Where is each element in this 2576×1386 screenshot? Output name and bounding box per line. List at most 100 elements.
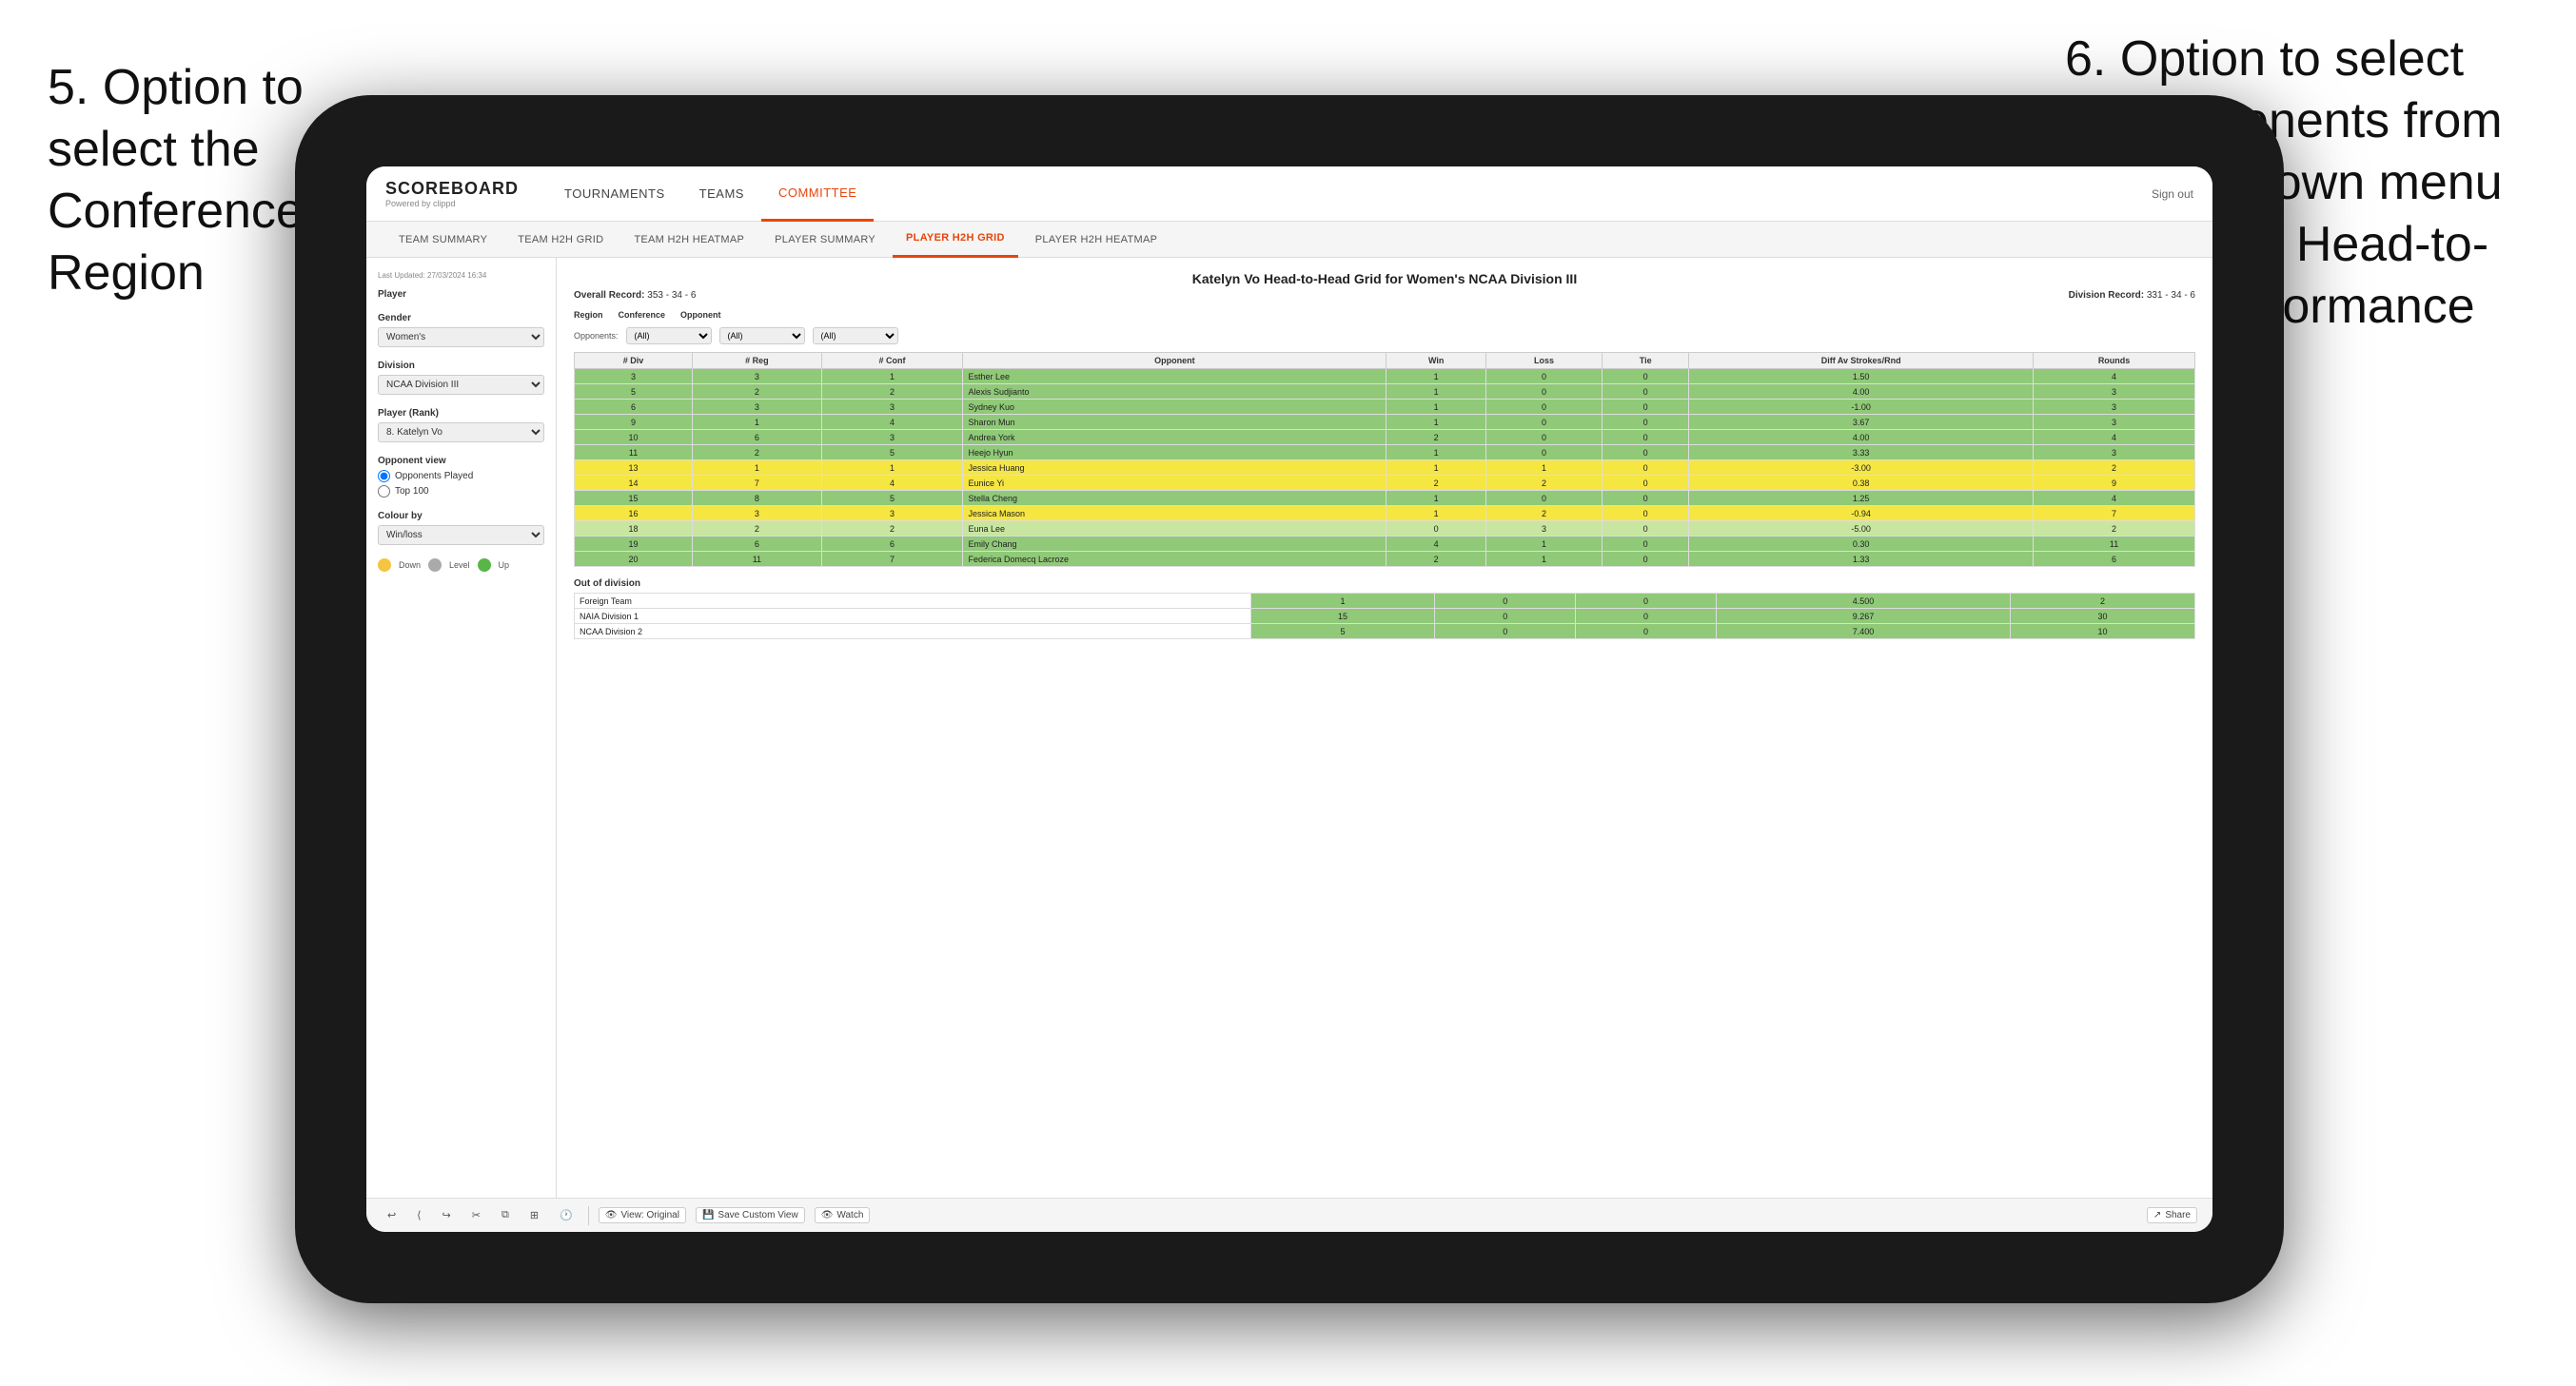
- sub-nav-team-h2h-grid[interactable]: TEAM H2H GRID: [504, 222, 617, 258]
- table-row: 20117Federica Domecq Lacroze2101.336: [575, 552, 2195, 567]
- td-opponent: Sydney Kuo: [963, 400, 1386, 415]
- nav-item-tournaments[interactable]: TOURNAMENTS: [547, 166, 682, 222]
- watch-btn[interactable]: 👁 Watch: [815, 1207, 871, 1223]
- td-opponent: Esther Lee: [963, 369, 1386, 384]
- td-cell: 1: [1386, 384, 1486, 400]
- td-cell: 4: [821, 415, 963, 430]
- td-cell: 3: [821, 400, 963, 415]
- nav-item-committee[interactable]: COMMITTEE: [761, 166, 875, 222]
- td-cell: 0: [1603, 537, 1689, 552]
- sub-nav-player-h2h-heatmap[interactable]: PLAYER H2H HEATMAP: [1022, 222, 1170, 258]
- ood-cell: 0: [1435, 624, 1576, 639]
- watch-label: Watch: [836, 1210, 863, 1220]
- td-cell: 0: [1485, 384, 1602, 400]
- td-cell: 3.33: [1689, 445, 2034, 460]
- sidebar-gender-section: Gender Women's: [378, 313, 544, 347]
- th-conf: # Conf: [821, 353, 963, 369]
- filter-region-group: Region: [574, 310, 603, 320]
- sidebar-player-section: Player: [378, 289, 544, 300]
- player-rank-select[interactable]: 8. Katelyn Vo: [378, 422, 544, 442]
- td-cell: 2: [2034, 521, 2195, 537]
- step-back-btn[interactable]: ⟨: [411, 1207, 426, 1223]
- radio-input-top100[interactable]: [378, 485, 390, 498]
- table-row: 1063Andrea York2004.004: [575, 430, 2195, 445]
- td-cell: 0: [1603, 521, 1689, 537]
- ood-name: NCAA Division 2: [575, 624, 1251, 639]
- td-cell: 0: [1485, 415, 1602, 430]
- cut-btn[interactable]: ✂: [466, 1207, 486, 1223]
- sub-nav-player-h2h-grid[interactable]: PLAYER H2H GRID: [893, 222, 1018, 258]
- td-cell: 3: [821, 430, 963, 445]
- td-cell: 0: [1603, 491, 1689, 506]
- ood-name: Foreign Team: [575, 594, 1251, 609]
- td-cell: 2: [1386, 476, 1486, 491]
- sign-out-link[interactable]: Sign out: [2152, 187, 2193, 201]
- legend-label-down: Down: [399, 560, 421, 570]
- ood-cell: 5: [1250, 624, 1435, 639]
- save-icon: 💾: [702, 1210, 714, 1220]
- region-filter-select[interactable]: (All): [626, 327, 712, 344]
- td-cell: 2: [1386, 552, 1486, 567]
- nav-item-teams[interactable]: TEAMS: [682, 166, 761, 222]
- td-cell: 13: [575, 460, 693, 476]
- save-custom-view-btn[interactable]: 💾 Save Custom View: [696, 1207, 805, 1223]
- td-cell: 4: [2034, 491, 2195, 506]
- table-row: 1966Emily Chang4100.3011: [575, 537, 2195, 552]
- sub-nav-player-summary[interactable]: PLAYER SUMMARY: [761, 222, 889, 258]
- ood-cell: 0: [1576, 624, 1717, 639]
- td-cell: 3.67: [1689, 415, 2034, 430]
- td-cell: 3: [1485, 521, 1602, 537]
- nav-items: TOURNAMENTS TEAMS COMMITTEE: [547, 166, 2152, 222]
- ood-cell: 0: [1576, 594, 1717, 609]
- sub-nav-team-summary[interactable]: TEAM SUMMARY: [385, 222, 501, 258]
- division-select[interactable]: NCAA Division III: [378, 375, 544, 395]
- td-opponent: Andrea York: [963, 430, 1386, 445]
- grid-content: Katelyn Vo Head-to-Head Grid for Women's…: [557, 258, 2212, 1198]
- td-opponent: Emily Chang: [963, 537, 1386, 552]
- sidebar-player-rank-label: Player (Rank): [378, 408, 544, 419]
- paste-btn[interactable]: ⊞: [524, 1207, 544, 1223]
- td-opponent: Stella Cheng: [963, 491, 1386, 506]
- table-row: 1125Heejo Hyun1003.333: [575, 445, 2195, 460]
- share-btn[interactable]: ↗ Share: [2147, 1207, 2197, 1223]
- td-opponent: Eunice Yi: [963, 476, 1386, 491]
- ood-cell: 7.400: [1716, 624, 2010, 639]
- radio-input-opponents-played[interactable]: [378, 470, 390, 482]
- td-cell: 3: [693, 369, 822, 384]
- out-of-division-header: Out of division: [574, 578, 2195, 589]
- td-cell: 0: [1485, 445, 1602, 460]
- th-loss: Loss: [1485, 353, 1602, 369]
- td-cell: 4.00: [1689, 384, 2034, 400]
- view-original-label: View: Original: [620, 1210, 679, 1220]
- td-cell: 4: [2034, 369, 2195, 384]
- logo-text: SCOREBOARD: [385, 179, 519, 199]
- td-cell: 0: [1603, 369, 1689, 384]
- redo-btn[interactable]: ↪: [437, 1207, 457, 1223]
- undo-btn[interactable]: ↩: [382, 1207, 402, 1223]
- td-opponent: Jessica Mason: [963, 506, 1386, 521]
- legend-dot-level: [428, 558, 442, 572]
- clock-btn[interactable]: 🕐: [554, 1207, 579, 1223]
- sub-nav-team-h2h-heatmap[interactable]: TEAM H2H HEATMAP: [620, 222, 757, 258]
- td-cell: 1: [1386, 506, 1486, 521]
- radio-top100[interactable]: Top 100: [378, 485, 544, 498]
- th-rounds: Rounds: [2034, 353, 2195, 369]
- conference-filter-select[interactable]: (All): [719, 327, 805, 344]
- gender-select[interactable]: Women's: [378, 327, 544, 347]
- colour-by-select[interactable]: Win/loss: [378, 525, 544, 545]
- table-row: 914Sharon Mun1003.673: [575, 415, 2195, 430]
- view-icon: 👁: [605, 1210, 618, 1220]
- share-icon: ↗: [2153, 1210, 2161, 1220]
- view-original-btn[interactable]: 👁 View: Original: [599, 1207, 686, 1223]
- radio-opponents-played[interactable]: Opponents Played: [378, 470, 544, 482]
- copy-btn[interactable]: ⧉: [496, 1207, 515, 1223]
- td-cell: 2: [821, 521, 963, 537]
- td-opponent: Alexis Sudjianto: [963, 384, 1386, 400]
- td-cell: 3: [2034, 400, 2195, 415]
- td-cell: 4: [821, 476, 963, 491]
- filter-opponent-group: Opponent: [680, 310, 721, 320]
- ood-name: NAIA Division 1: [575, 609, 1251, 624]
- opponent-filter-select[interactable]: (All): [813, 327, 898, 344]
- td-cell: 3: [2034, 384, 2195, 400]
- opponents-sub-label: Opponents:: [574, 331, 619, 341]
